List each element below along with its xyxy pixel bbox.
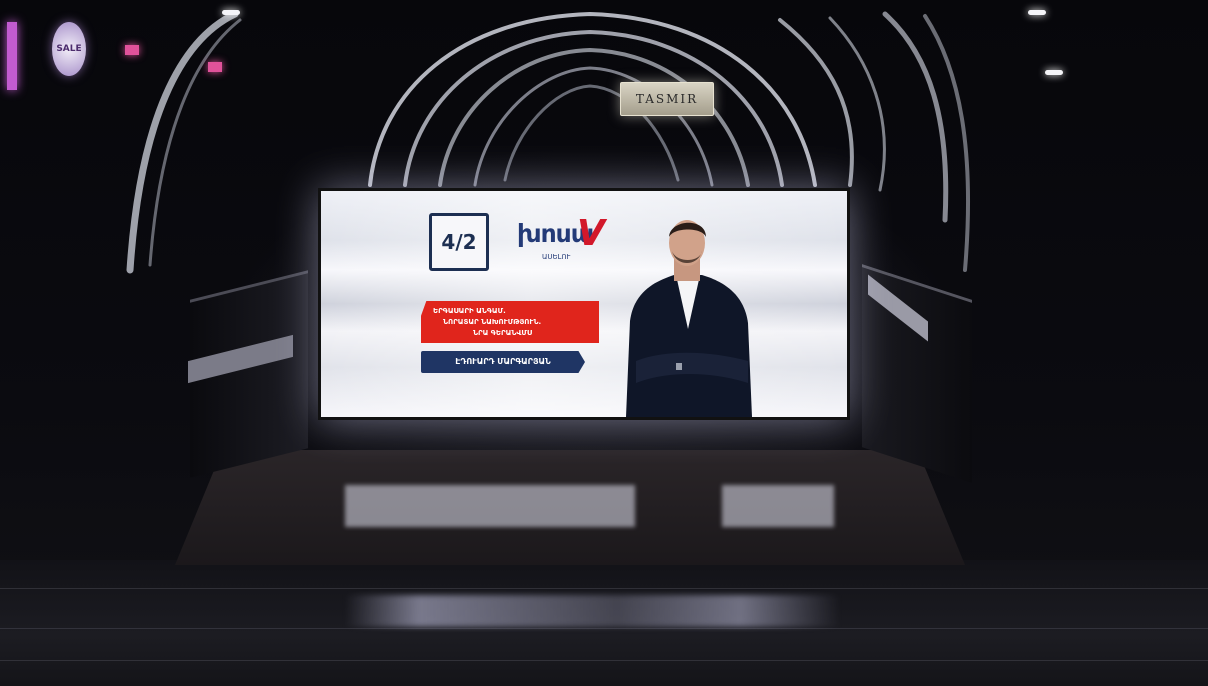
night-street-scene: SALE TASMIR 4/2 խոսա V ԱՍԵԼՈՒ ԵՐԳԱՍԱՐԻ Ա…: [0, 0, 1208, 686]
channel-logo: 4/2: [429, 213, 489, 271]
red-banner-line-1: ԵՐԳԱՍԱՐԻ ԱՆԳԱՄ.: [433, 307, 506, 315]
billboard-screen: 4/2 խոսա V ԱՍԵԼՈՒ ԵՐԳԱՍԱՐԻ ԱՆԳԱՄ. ՆՈՐԱՏԱ…: [321, 191, 847, 417]
street-lamp: [1045, 70, 1063, 75]
show-logo-accent: V: [577, 213, 605, 254]
purple-neon-light: [7, 22, 17, 90]
host-portrait: [626, 220, 752, 417]
pink-shop-light: [208, 62, 222, 72]
red-banner-line-2: ՆՈՐԱՏԱՐ ՆԱԽՈՒՄԹՅՈՒՆ.: [443, 318, 542, 326]
show-logo: խոսա V ԱՍԵԼՈՒ: [517, 213, 625, 265]
pink-shop-light: [125, 45, 139, 55]
led-billboard: 4/2 խոսա V ԱՍԵԼՈՒ ԵՐԳԱՍԱՐԻ ԱՆԳԱՄ. ՆՈՐԱՏԱ…: [318, 188, 850, 420]
red-info-banner: ԵՐԳԱՍԱՐԻ ԱՆԳԱՄ. ՆՈՐԱՏԱՐ ՆԱԽՈՒՄԹՅՈՒՆ. ՆՐԱ…: [421, 301, 599, 343]
store-sign: TASMIR: [620, 82, 714, 116]
street-lamp: [222, 10, 240, 15]
show-logo-subtitle: ԱՍԵԼՈՒ: [542, 253, 571, 261]
sale-badge: SALE: [52, 22, 86, 76]
host-name-banner: ԷԴՈՒԱՐԴ ՄԱՐԳԱՐՅԱՆ: [421, 351, 585, 373]
street-lamp: [1028, 10, 1046, 15]
red-banner-line-3: ՆՐԱ ԳԵՐԱՆՎՄՍ: [473, 329, 532, 337]
